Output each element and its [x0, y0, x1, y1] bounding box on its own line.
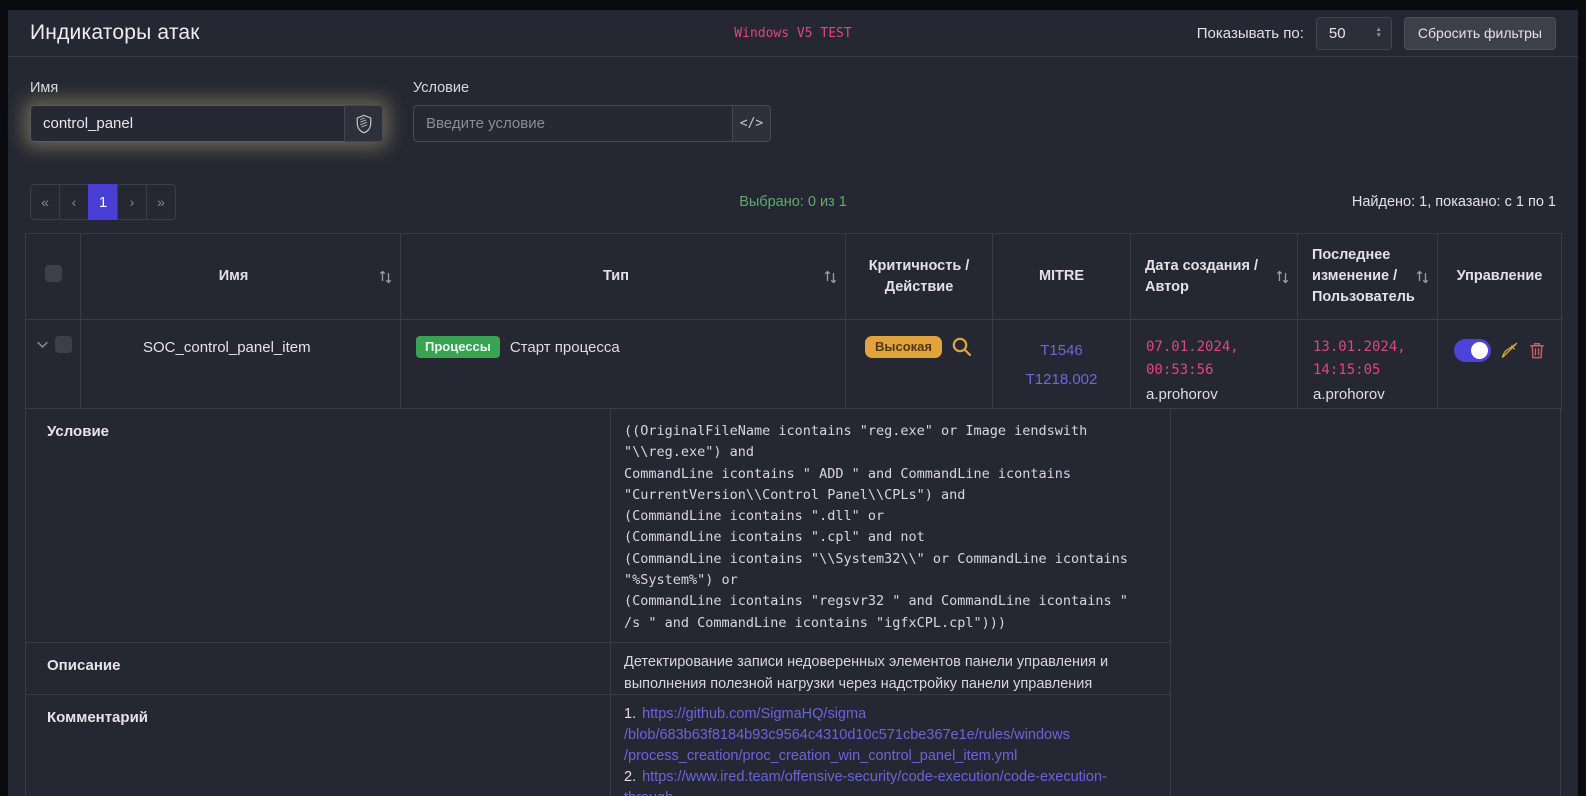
- row-details: Условие ((OriginalFileName icontains "re…: [25, 409, 1561, 796]
- sort-icon[interactable]: [823, 269, 838, 285]
- indicator-type-cell: Процессы Старт процесса: [401, 320, 846, 409]
- code-editor-button[interactable]: </>: [732, 105, 771, 142]
- table-header-row: Имя Тип Критичность / Действие MITRE Д: [26, 234, 1562, 320]
- controls-cell: [1438, 320, 1562, 409]
- column-header-severity: Критичность / Действие: [846, 234, 993, 320]
- name-filter-label: Имя: [30, 80, 383, 96]
- trash-icon: [1528, 341, 1546, 360]
- table-row: SOC_control_panel_item Процессы Старт пр…: [26, 320, 1562, 409]
- description-label: Описание: [26, 643, 611, 695]
- top-bar: Индикаторы атак Windows V5 TEST Показыва…: [8, 10, 1578, 57]
- comment-number: 2.: [624, 769, 636, 785]
- comment-item: 1.https://github.com/SigmaHQ/sigma /blob…: [624, 704, 1156, 767]
- mitre-link-t1218[interactable]: T1218.002: [993, 365, 1130, 394]
- page-title: Индикаторы атак: [30, 21, 200, 45]
- created-time: 00:53:56: [1146, 359, 1291, 382]
- found-counter: Найдено: 1, показано: с 1 по 1: [1352, 194, 1556, 210]
- page-size-select[interactable]: 50 ▲▼: [1316, 17, 1392, 50]
- list-bar: « ‹ 1 › » Выбрано: 0 из 1 Найдено: 1, по…: [30, 184, 1556, 220]
- condition-filter-group: </>: [413, 105, 771, 142]
- name-filter-input[interactable]: [30, 105, 345, 142]
- pagination-page-1-button[interactable]: 1: [88, 184, 118, 220]
- comment-link[interactable]: https://www.ired.team/offensive-security…: [624, 769, 1107, 796]
- row-checkbox[interactable]: [55, 336, 72, 353]
- top-bar-actions: Показывать по: 50 ▲▼ Сбросить фильтры: [1197, 17, 1556, 50]
- comment-list: 1.https://github.com/SigmaHQ/sigma /blob…: [611, 695, 1171, 796]
- sort-icon[interactable]: [1275, 269, 1290, 285]
- created-date: 07.01.2024,: [1146, 336, 1291, 359]
- modified-cell: 13.01.2024, 14:15:05 a.prohorov: [1298, 320, 1438, 409]
- comment-item: 2.https://www.ired.team/offensive-securi…: [624, 767, 1156, 796]
- edit-button[interactable]: [1500, 341, 1519, 360]
- details-empty-area: [1171, 409, 1560, 796]
- search-action-icon[interactable]: [951, 336, 973, 358]
- column-header-name[interactable]: Имя: [81, 234, 401, 320]
- comment-number: 1.: [624, 706, 636, 722]
- comment-link[interactable]: https://github.com/SigmaHQ/sigma /blob/6…: [624, 706, 1070, 764]
- indicators-panel: Индикаторы атак Windows V5 TEST Показыва…: [8, 10, 1578, 796]
- enabled-toggle[interactable]: [1454, 339, 1491, 362]
- column-header-controls: Управление: [1438, 234, 1562, 320]
- delete-button[interactable]: [1528, 341, 1546, 360]
- page: Индикаторы атак Windows V5 TEST Показыва…: [0, 0, 1586, 796]
- code-icon: </>: [740, 116, 763, 131]
- reset-filters-button[interactable]: Сбросить фильтры: [1404, 17, 1556, 50]
- page-size-value: 50: [1329, 25, 1346, 42]
- pagination-last-button[interactable]: »: [146, 184, 176, 220]
- type-event-text: Старт процесса: [510, 339, 620, 356]
- mitre-link-t1546[interactable]: T1546: [993, 336, 1130, 365]
- selected-counter: Выбрано: 0 из 1: [739, 194, 847, 210]
- created-cell: 07.01.2024, 00:53:56 a.prohorov: [1131, 320, 1298, 409]
- column-header-type[interactable]: Тип: [401, 234, 846, 320]
- mitre-cell: T1546 T1218.002: [993, 320, 1131, 409]
- page-size-label: Показывать по:: [1197, 25, 1304, 42]
- condition-filter: Условие </>: [413, 80, 771, 142]
- modified-time: 14:15:05: [1313, 359, 1431, 382]
- column-header-mitre: MITRE: [993, 234, 1131, 320]
- condition-code: ((OriginalFileName icontains "reg.exe" o…: [611, 409, 1171, 643]
- pagination-next-button[interactable]: ›: [117, 184, 147, 220]
- shield-icon: [355, 114, 373, 134]
- select-spinner-icon: ▲▼: [1375, 27, 1381, 39]
- name-filter-group: [30, 105, 383, 142]
- created-author: a.prohorov: [1146, 383, 1291, 407]
- filters-section: Имя Условие </>: [8, 57, 1578, 142]
- shield-filter-button[interactable]: [344, 105, 383, 142]
- indicators-table: Имя Тип Критичность / Действие MITRE Д: [25, 233, 1562, 409]
- pagination-first-button[interactable]: «: [30, 184, 60, 220]
- severity-badge: Высокая: [865, 336, 942, 358]
- condition-filter-label: Условие: [413, 80, 771, 96]
- condition-label: Условие: [26, 409, 611, 643]
- expand-row-chevron-down-icon[interactable]: [35, 337, 50, 352]
- description-text: Детектирование записи недоверенных элеме…: [611, 643, 1171, 695]
- modified-date: 13.01.2024,: [1313, 336, 1431, 359]
- pagination: « ‹ 1 › »: [30, 184, 176, 220]
- name-filter: Имя: [30, 80, 383, 142]
- column-header-modified[interactable]: Последнее изменение / Пользователь: [1298, 234, 1438, 320]
- modified-user: a.prohorov: [1313, 383, 1431, 407]
- severity-cell: Высокая: [846, 320, 993, 409]
- toggle-knob: [1471, 342, 1488, 359]
- pencil-icon: [1500, 341, 1519, 360]
- sort-icon[interactable]: [378, 269, 393, 285]
- select-all-checkbox[interactable]: [45, 265, 62, 282]
- column-header-created[interactable]: Дата создания / Автор: [1131, 234, 1298, 320]
- indicator-name-cell: SOC_control_panel_item: [81, 320, 401, 409]
- pagination-prev-button[interactable]: ‹: [59, 184, 89, 220]
- condition-filter-input[interactable]: [413, 105, 733, 142]
- sort-icon[interactable]: [1415, 269, 1430, 285]
- comment-label: Комментарий: [26, 695, 611, 796]
- type-tag-badge: Процессы: [416, 336, 500, 358]
- environment-label: Windows V5 TEST: [734, 26, 851, 41]
